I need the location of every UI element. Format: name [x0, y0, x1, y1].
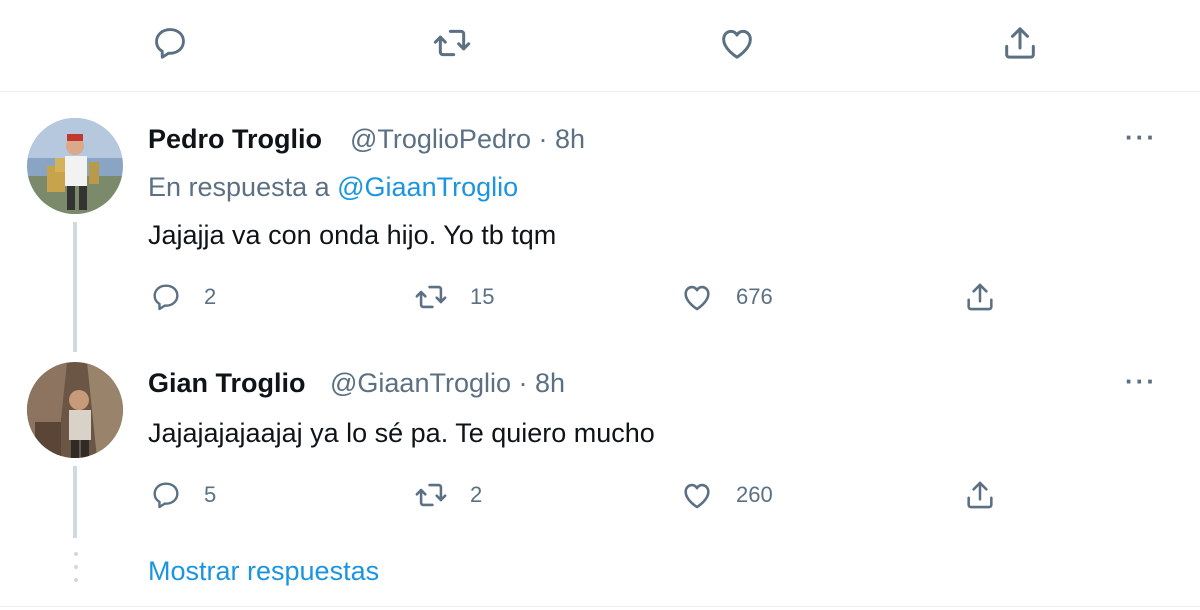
share-button[interactable] [998, 21, 1042, 65]
retweet-button[interactable] [430, 21, 474, 65]
like-icon [722, 29, 752, 59]
divider [0, 91, 1200, 92]
share-button[interactable] [963, 277, 997, 317]
share-icon [967, 283, 993, 311]
show-replies-link[interactable]: Mostrar respuestas [148, 556, 379, 587]
like-button[interactable] [715, 21, 759, 65]
tweet-text: Jajajja va con onda hijo. Yo tb tqm [148, 220, 557, 250]
reply-button[interactable]: 2 [150, 277, 216, 317]
retweet-button[interactable]: 15 [414, 277, 494, 317]
retweet-icon [433, 29, 471, 57]
like-icon [684, 483, 710, 509]
more-options-icon[interactable]: ··· [1125, 366, 1157, 397]
thread-dots [74, 552, 78, 591]
retweet-button[interactable]: 2 [414, 475, 482, 515]
thread-line [73, 466, 77, 538]
author-handle-time[interactable]: @GiaanTroglio · 8h [330, 368, 565, 399]
thread-line [73, 222, 77, 352]
tweet-text: Jajajajajaajaj ya lo sé pa. Te quiero mu… [148, 418, 655, 448]
reply-mention-link[interactable]: @GiaanTroglio [337, 172, 518, 202]
like-button[interactable]: 260 [680, 475, 773, 515]
share-icon [967, 481, 993, 509]
reply-button[interactable]: 5 [150, 475, 216, 515]
reply-count: 2 [204, 284, 217, 309]
more-options-icon[interactable]: ··· [1125, 122, 1157, 153]
retweet-icon [415, 285, 447, 309]
author-handle-time[interactable]: @TroglioPedro · 8h [350, 124, 585, 155]
like-icon [684, 285, 710, 311]
share-icon [1005, 27, 1035, 59]
reply-icon [153, 482, 179, 509]
retweet-count: 2 [470, 482, 483, 507]
avatar-gian[interactable] [27, 362, 123, 458]
reply-prefix: En respuesta a [148, 172, 338, 202]
reply-count: 5 [204, 482, 217, 507]
like-count: 260 [736, 482, 773, 507]
like-count: 676 [736, 284, 773, 309]
retweet-icon [415, 483, 447, 507]
avatar-pedro[interactable] [27, 118, 123, 214]
reply-button[interactable] [148, 21, 192, 65]
reply-icon [153, 284, 179, 311]
like-button[interactable]: 676 [680, 277, 773, 317]
author-name[interactable]: Gian Troglio [148, 368, 306, 399]
previous-tweet-actions [0, 0, 1200, 90]
share-button[interactable] [963, 475, 997, 515]
reply-icon [155, 28, 185, 59]
retweet-count: 15 [470, 284, 495, 309]
reply-context: En respuesta a @GiaanTroglio [148, 172, 518, 203]
author-name[interactable]: Pedro Troglio [148, 124, 322, 155]
divider [0, 606, 1200, 607]
